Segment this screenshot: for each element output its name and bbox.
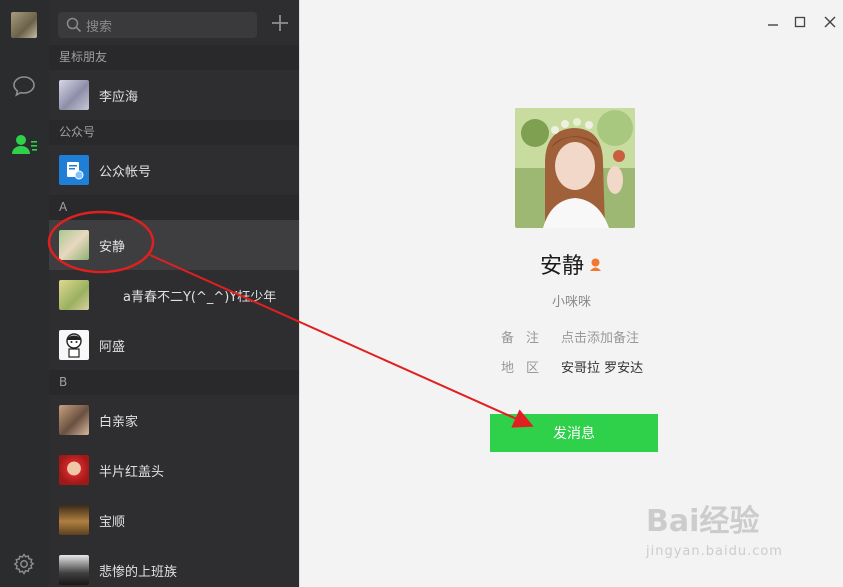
watermark-logo: Bai经验 — [646, 504, 760, 539]
contact-name: 阿盛 — [99, 339, 126, 355]
chat-tab[interactable] — [10, 72, 38, 100]
settings-button[interactable] — [12, 552, 36, 576]
avatar — [59, 230, 89, 260]
contact-name: 悲惨的上班族 — [99, 564, 178, 580]
minimize-button[interactable] — [765, 14, 781, 30]
search-row: 搜索 — [49, 0, 299, 45]
maximize-button[interactable] — [792, 14, 808, 30]
nickname: 小咪咪 — [551, 295, 591, 310]
region-row: 地区 安哥拉 罗安达 — [501, 357, 643, 376]
avatar — [59, 505, 89, 535]
gear-icon — [13, 553, 35, 575]
contact-row[interactable]: 公众帐号 — [49, 145, 299, 195]
contact-row[interactable]: 李应海 — [49, 70, 299, 120]
avatar — [59, 405, 89, 435]
contact-row[interactable]: 半片红盖头 — [49, 445, 299, 495]
female-icon — [590, 258, 601, 271]
my-avatar[interactable] — [11, 12, 37, 38]
contact-row[interactable]: 阿盛 — [49, 320, 299, 370]
search-input[interactable]: 搜索 — [58, 12, 257, 38]
section-header-starred: 星标朋友 — [49, 45, 299, 70]
contact-row-selected[interactable]: 安静 — [49, 220, 299, 270]
avatar — [59, 555, 89, 585]
maximize-icon — [794, 16, 806, 28]
chat-bubble-icon — [13, 76, 35, 97]
contact-name: 公众帐号 — [99, 164, 152, 180]
contact-name: 半片红盖头 — [99, 464, 165, 480]
region-label: 地区 — [501, 361, 552, 376]
contact-name: a青春不二Y(^_^)Y枉少年 — [123, 289, 277, 305]
avatar — [59, 330, 89, 360]
close-button[interactable] — [822, 14, 838, 30]
profile-photo[interactable] — [515, 108, 635, 228]
contact-name: 白亲家 — [99, 414, 139, 430]
section-header-official: 公众号 — [49, 120, 299, 145]
contact-name: 李应海 — [99, 89, 139, 105]
contact-name: 宝顺 — [99, 514, 126, 530]
contact-name: 安静 — [99, 239, 126, 255]
watermark-url: jingyan.baidu.com — [646, 544, 783, 559]
remark-row: 备注 点击添加备注 — [501, 327, 639, 346]
add-contact-button[interactable] — [269, 12, 291, 34]
section-header-b: B — [49, 370, 299, 395]
contact-list-panel: 搜索 星标朋友 李应海 公众号 公众帐号 A 安静 a青春不二Y(^_^)Y枉少… — [49, 0, 299, 587]
section-header-a: A — [49, 195, 299, 220]
watermark: Bai经验 jingyan.baidu.com — [646, 496, 796, 566]
remark-value[interactable]: 点击添加备注 — [561, 331, 639, 346]
minimize-icon — [768, 24, 778, 26]
official-account-icon — [59, 155, 89, 185]
search-icon — [66, 17, 82, 33]
sidebar-rail — [0, 0, 49, 587]
remark-label: 备注 — [501, 331, 552, 346]
avatar — [59, 280, 89, 310]
contact-row[interactable]: 悲惨的上班族 — [49, 545, 299, 587]
send-message-button[interactable]: 发消息 — [490, 414, 658, 452]
contact-row[interactable]: 宝顺 — [49, 495, 299, 545]
contacts-icon — [12, 135, 37, 154]
contact-row[interactable]: a青春不二Y(^_^)Y枉少年 — [49, 270, 299, 320]
close-icon — [824, 16, 836, 28]
profile-name: 安静 — [539, 254, 584, 279]
avatar — [59, 80, 89, 110]
search-placeholder: 搜索 — [86, 19, 113, 35]
region-value: 安哥拉 罗安达 — [561, 361, 644, 376]
profile-name-row: 安静 — [300, 248, 843, 280]
avatar — [59, 455, 89, 485]
contacts-tab[interactable] — [10, 130, 38, 158]
plus-icon — [272, 15, 288, 31]
contact-row[interactable]: 白亲家 — [49, 395, 299, 445]
